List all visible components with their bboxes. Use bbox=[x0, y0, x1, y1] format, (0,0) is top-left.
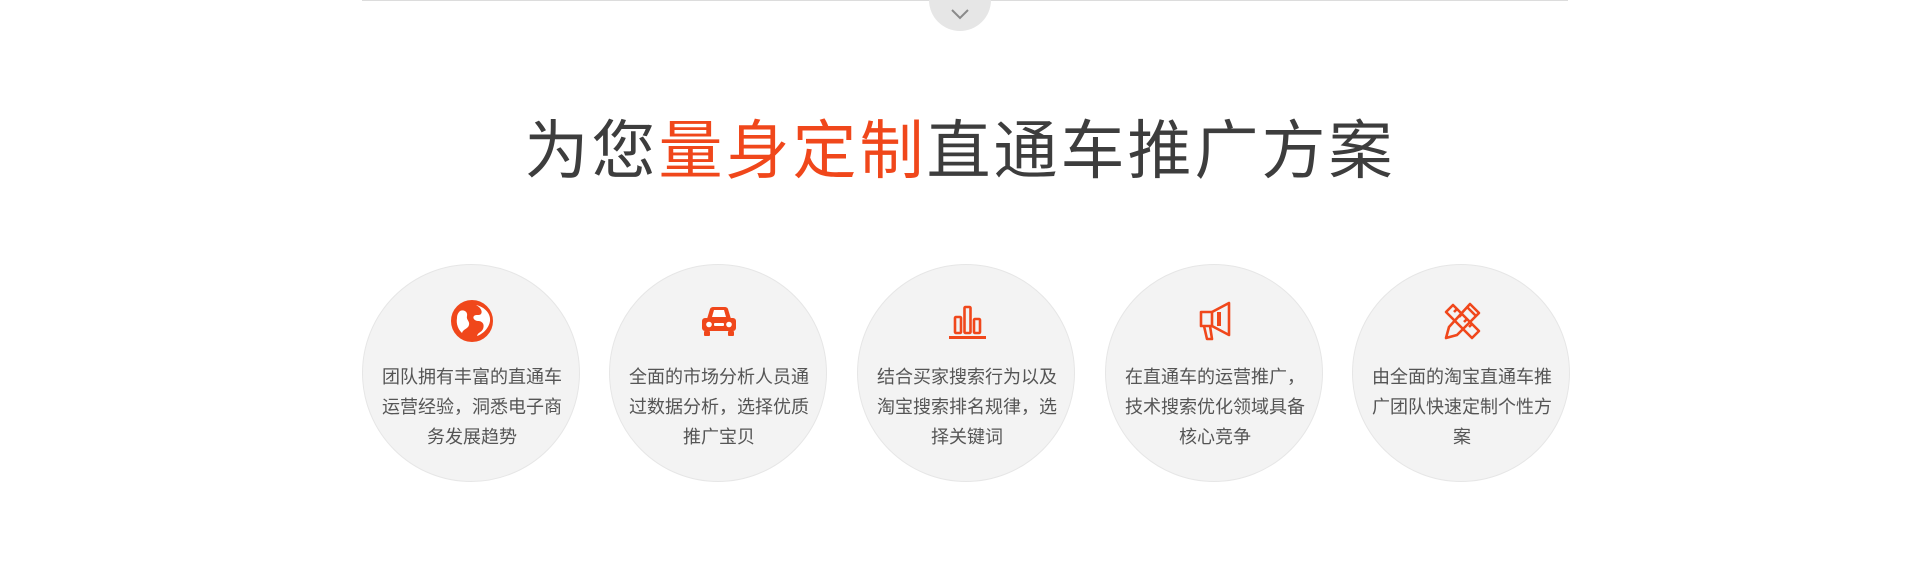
chevron-down-icon bbox=[951, 9, 969, 20]
scroll-down-button[interactable] bbox=[929, 0, 991, 31]
feature-card-custom-plan[interactable]: 由全面的淘宝直通车推广团队快速定制个性方案 bbox=[1352, 264, 1570, 482]
feature-list: 团队拥有丰富的直通车运营经验，洞悉电子商务发展趋势 全面的市场分析人员通过数据分… bbox=[362, 264, 1570, 484]
pencil-ruler-icon bbox=[1444, 302, 1481, 340]
feature-card-analysis[interactable]: 全面的市场分析人员通过数据分析，选择优质推广宝贝 bbox=[609, 264, 827, 482]
title-highlight: 量身定制 bbox=[658, 115, 927, 189]
megaphone-icon bbox=[1199, 301, 1231, 341]
feature-card-keywords[interactable]: 结合买家搜索行为以及淘宝搜索排名规律，选择关键词 bbox=[857, 264, 1075, 482]
feature-text: 在直通车的运营推广，技术搜索优化领域具备核心竞争 bbox=[1125, 367, 1305, 448]
globe-icon bbox=[451, 300, 493, 342]
feature-text: 全面的市场分析人员通过数据分析，选择优质推广宝贝 bbox=[629, 367, 809, 448]
page: 为您量身定制直通车推广方案 团队拥有丰富的直通车运营经验，洞悉电子商务发展趋势 bbox=[0, 0, 1920, 583]
title-suffix: 直通车推广方案 bbox=[926, 115, 1396, 189]
feature-text: 结合买家搜索行为以及淘宝搜索排名规律，选择关键词 bbox=[877, 367, 1057, 448]
feature-card-optimization[interactable]: 在直通车的运营推广，技术搜索优化领域具备核心竞争 bbox=[1105, 264, 1323, 482]
feature-text: 由全面的淘宝直通车推广团队快速定制个性方案 bbox=[1372, 367, 1552, 448]
feature-text: 团队拥有丰富的直通车运营经验，洞悉电子商务发展趋势 bbox=[382, 367, 562, 448]
feature-card-experience[interactable]: 团队拥有丰富的直通车运营经验，洞悉电子商务发展趋势 bbox=[362, 264, 580, 482]
bar-chart-icon bbox=[949, 305, 986, 339]
title-prefix: 为您 bbox=[524, 115, 659, 189]
car-icon bbox=[702, 307, 736, 336]
page-title: 为您量身定制直通车推广方案 bbox=[0, 112, 1920, 192]
